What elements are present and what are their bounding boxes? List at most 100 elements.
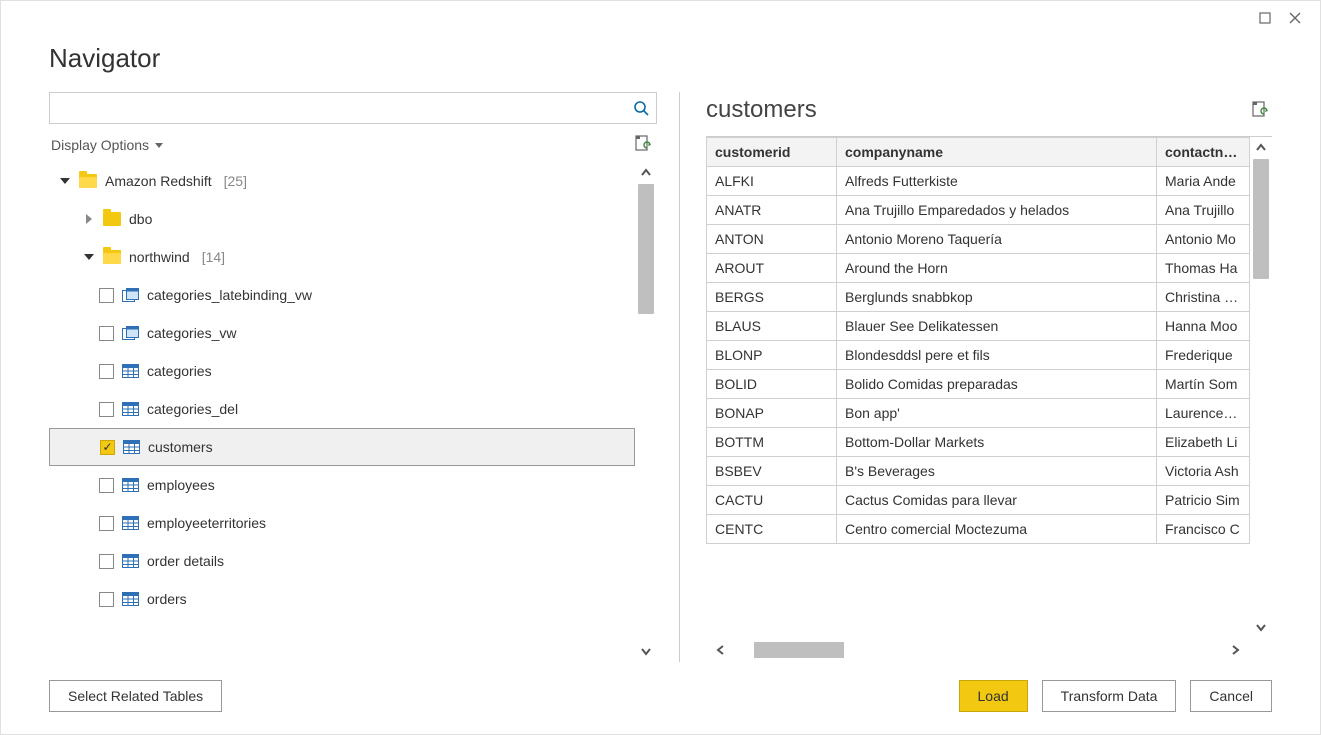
- checkbox[interactable]: [99, 554, 114, 569]
- grid-cell: Around the Horn: [837, 254, 1157, 283]
- scroll-thumb[interactable]: [638, 184, 654, 314]
- tree-node-item[interactable]: customers: [49, 428, 635, 466]
- tree-node-item[interactable]: employees: [49, 466, 635, 504]
- table-row[interactable]: BLONPBlondesddsl pere et filsFrederique: [707, 341, 1250, 370]
- table-icon: [123, 440, 140, 454]
- scroll-left-icon[interactable]: [706, 638, 736, 662]
- tree-node-item[interactable]: categories_vw: [49, 314, 635, 352]
- scroll-thumb[interactable]: [754, 642, 844, 658]
- tree-node-item[interactable]: categories_del: [49, 390, 635, 428]
- checkbox[interactable]: [99, 288, 114, 303]
- grid-cell: BLONP: [707, 341, 837, 370]
- refresh-preview-icon[interactable]: [1250, 99, 1272, 121]
- checkbox[interactable]: [99, 478, 114, 493]
- grid-cell: Bolido Comidas preparadas: [837, 370, 1157, 399]
- tree-node-item[interactable]: orders: [49, 580, 635, 618]
- tree-node-label: Amazon Redshift: [105, 173, 212, 189]
- close-button[interactable]: [1280, 7, 1310, 29]
- scroll-thumb[interactable]: [1253, 159, 1269, 279]
- expander-icon[interactable]: [59, 178, 71, 184]
- search-icon[interactable]: [626, 100, 656, 116]
- table-row[interactable]: BLAUSBlauer See DelikatessenHanna Moo: [707, 312, 1250, 341]
- tree-node-label: employees: [147, 477, 215, 493]
- expander-icon[interactable]: [83, 254, 95, 260]
- tree-node-label: northwind: [129, 249, 190, 265]
- navigator-dialog: Navigator Display Options: [0, 0, 1321, 735]
- tree-scrollbar[interactable]: [635, 162, 657, 662]
- table-row[interactable]: BSBEVB's BeveragesVictoria Ash: [707, 457, 1250, 486]
- scroll-track[interactable]: [1250, 159, 1272, 616]
- grid-cell: ANTON: [707, 225, 837, 254]
- expander-icon[interactable]: [83, 214, 95, 224]
- grid-cell: Berglunds snabbkop: [837, 283, 1157, 312]
- table-row[interactable]: ALFKIAlfreds FutterkisteMaria Ande: [707, 167, 1250, 196]
- tree-node-schema[interactable]: dbo: [49, 200, 635, 238]
- search-input[interactable]: [50, 100, 626, 116]
- grid-cell: ALFKI: [707, 167, 837, 196]
- table-row[interactable]: BONAPBon app'Laurence Le: [707, 399, 1250, 428]
- grid-cell: Martín Som: [1157, 370, 1250, 399]
- grid-cell: B's Beverages: [837, 457, 1157, 486]
- checkbox[interactable]: [100, 440, 115, 455]
- table-row[interactable]: AROUTAround the HornThomas Ha: [707, 254, 1250, 283]
- scroll-up-icon[interactable]: [1250, 137, 1272, 159]
- scroll-track[interactable]: [736, 638, 1220, 662]
- select-related-tables-button[interactable]: Select Related Tables: [49, 680, 222, 712]
- grid-column-header[interactable]: customerid: [707, 138, 837, 167]
- display-options-dropdown[interactable]: Display Options: [51, 137, 163, 153]
- transform-data-button[interactable]: Transform Data: [1042, 680, 1177, 712]
- checkbox[interactable]: [99, 592, 114, 607]
- scroll-up-icon[interactable]: [635, 162, 657, 184]
- search-box[interactable]: [49, 92, 657, 124]
- grid-cell: Laurence Le: [1157, 399, 1250, 428]
- view-icon: [122, 288, 139, 302]
- table-row[interactable]: CACTUCactus Comidas para llevarPatricio …: [707, 486, 1250, 515]
- checkbox[interactable]: [99, 402, 114, 417]
- table-row[interactable]: BOTTMBottom-Dollar MarketsElizabeth Li: [707, 428, 1250, 457]
- tree-node-root[interactable]: Amazon Redshift [25]: [49, 162, 635, 200]
- maximize-button[interactable]: [1250, 7, 1280, 29]
- tree-node-item[interactable]: categories_latebinding_vw: [49, 276, 635, 314]
- tree-node-label: categories_vw: [147, 325, 237, 341]
- grid-column-header[interactable]: contactname: [1157, 138, 1250, 167]
- grid-column-header[interactable]: companyname: [837, 138, 1157, 167]
- tree-node-label: employeeterritories: [147, 515, 266, 531]
- grid-cell: Victoria Ash: [1157, 457, 1250, 486]
- tree-node-item[interactable]: categories: [49, 352, 635, 390]
- checkbox[interactable]: [99, 326, 114, 341]
- refresh-tree-icon[interactable]: [633, 134, 655, 156]
- table-icon: [122, 516, 139, 530]
- grid-cell: Patricio Sim: [1157, 486, 1250, 515]
- grid-vertical-scrollbar[interactable]: [1250, 137, 1272, 638]
- scroll-right-icon[interactable]: [1220, 638, 1250, 662]
- table-icon: [122, 554, 139, 568]
- scroll-down-icon[interactable]: [1250, 616, 1272, 638]
- scroll-down-icon[interactable]: [635, 640, 657, 662]
- grid-cell: Francisco C: [1157, 515, 1250, 544]
- scroll-track[interactable]: [635, 184, 657, 640]
- dialog-footer: Select Related Tables Load Transform Dat…: [1, 662, 1320, 734]
- grid-cell: Ana Trujillo: [1157, 196, 1250, 225]
- grid-cell: CACTU: [707, 486, 837, 515]
- grid-cell: Blondesddsl pere et fils: [837, 341, 1157, 370]
- table-row[interactable]: BOLIDBolido Comidas preparadasMartín Som: [707, 370, 1250, 399]
- table-row[interactable]: ANATRAna Trujillo Emparedados y heladosA…: [707, 196, 1250, 225]
- table-row[interactable]: CENTCCentro comercial MoctezumaFrancisco…: [707, 515, 1250, 544]
- grid-cell: Maria Ande: [1157, 167, 1250, 196]
- folder-icon: [103, 250, 121, 264]
- grid-cell: Elizabeth Li: [1157, 428, 1250, 457]
- grid-horizontal-scrollbar[interactable]: [706, 638, 1250, 662]
- display-options-label: Display Options: [51, 137, 149, 153]
- cancel-button[interactable]: Cancel: [1190, 680, 1272, 712]
- checkbox[interactable]: [99, 364, 114, 379]
- table-row[interactable]: ANTONAntonio Moreno TaqueríaAntonio Mo: [707, 225, 1250, 254]
- grid-cell: Ana Trujillo Emparedados y helados: [837, 196, 1157, 225]
- tree-node-schema[interactable]: northwind [14]: [49, 238, 635, 276]
- tree-node-label: categories_latebinding_vw: [147, 287, 312, 303]
- load-button[interactable]: Load: [959, 680, 1028, 712]
- checkbox[interactable]: [99, 516, 114, 531]
- grid-cell: AROUT: [707, 254, 837, 283]
- tree-node-item[interactable]: order details: [49, 542, 635, 580]
- table-row[interactable]: BERGSBerglunds snabbkopChristina Be: [707, 283, 1250, 312]
- tree-node-item[interactable]: employeeterritories: [49, 504, 635, 542]
